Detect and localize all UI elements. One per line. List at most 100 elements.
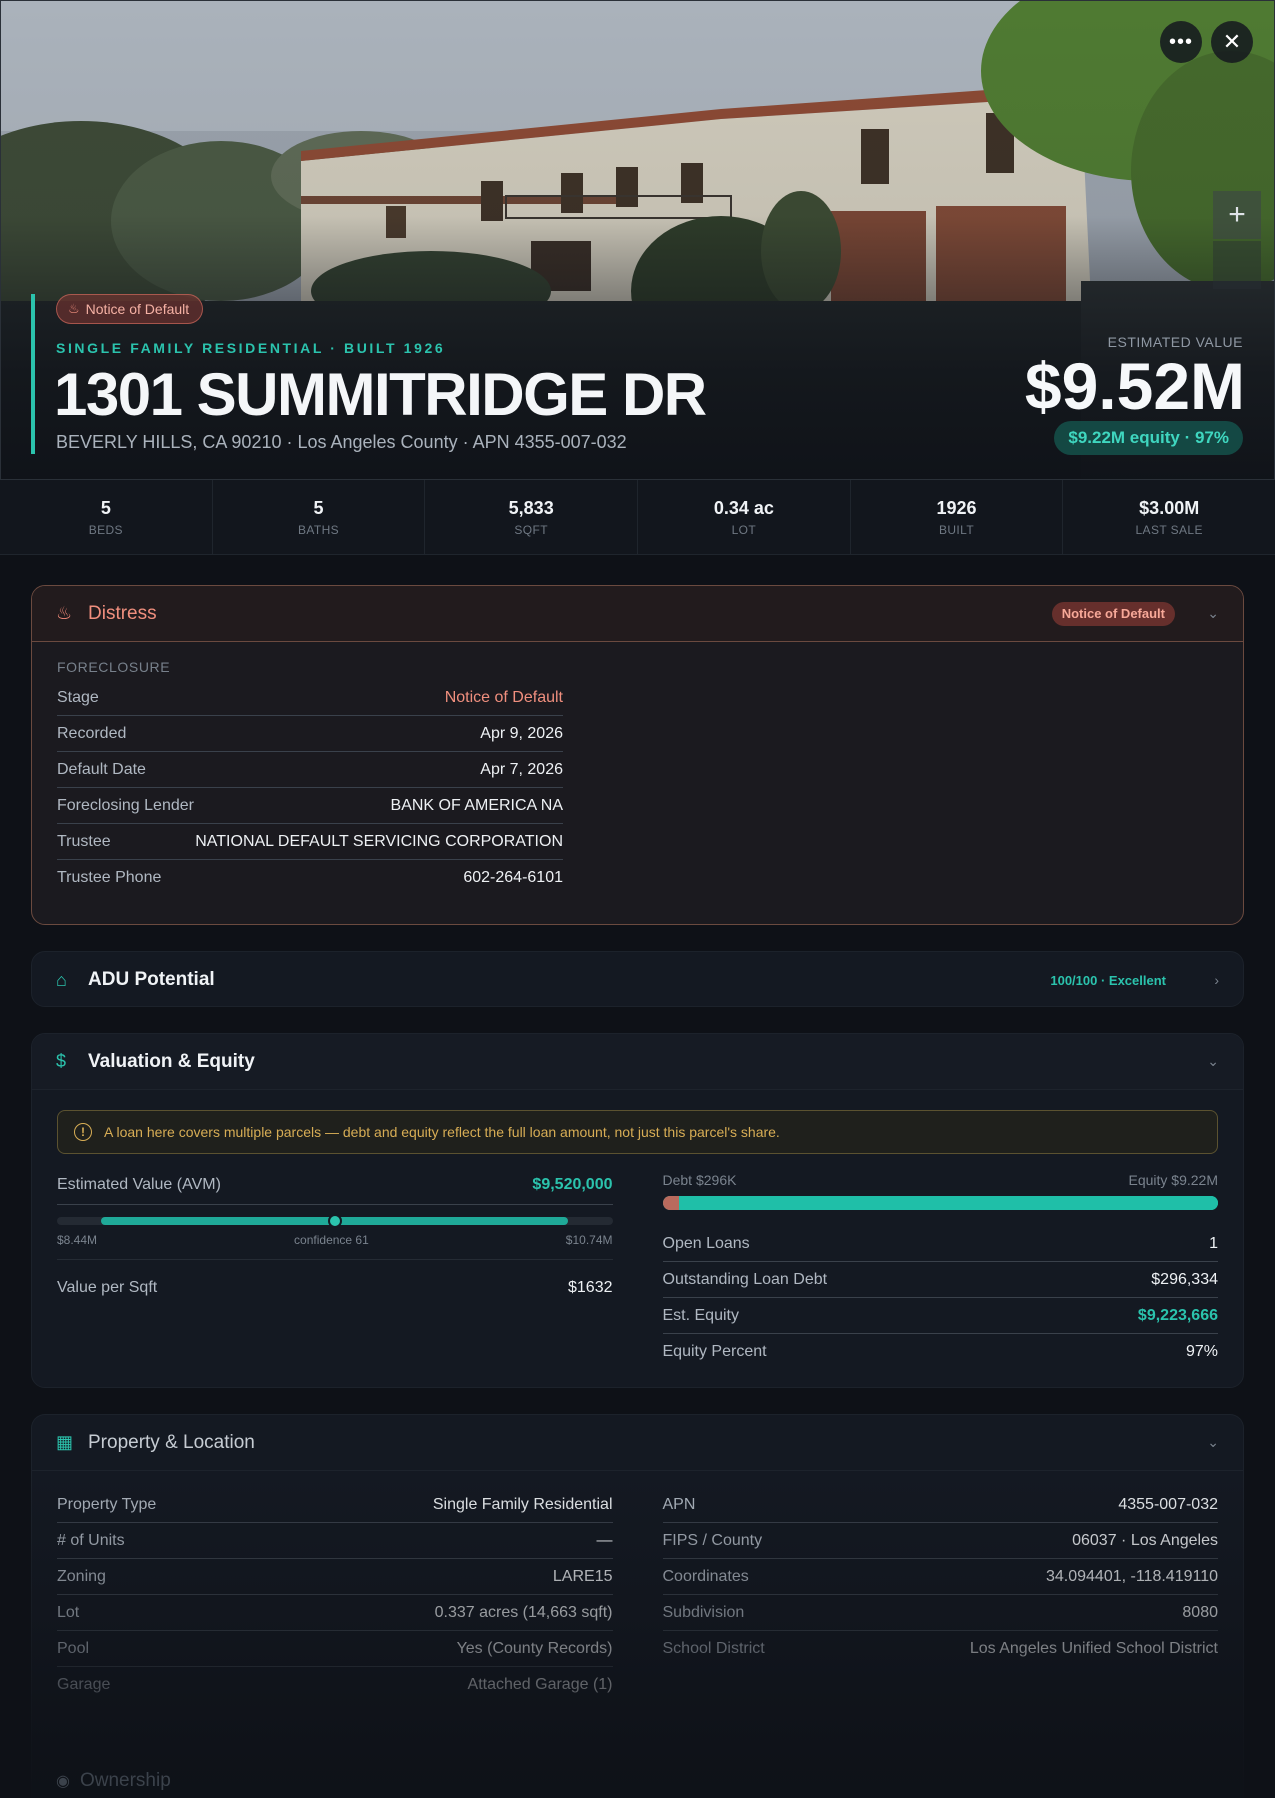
detail-label: APN (662, 1495, 696, 1513)
warning-icon: ! (74, 1123, 92, 1141)
more-options-button[interactable]: ••• (1160, 21, 1202, 63)
detail-value: $296,334 (1151, 1270, 1218, 1288)
detail-value: Apr 9, 2026 (480, 724, 563, 742)
debt-equity-column: Debt $296K Equity $9.22M Open Loans 1 Ou… (662, 1172, 1219, 1370)
confidence-label: confidence 61 (294, 1233, 369, 1247)
distress-header[interactable]: ♨ Distress Notice of Default ⌄ (32, 586, 1243, 642)
value-range-marker (327, 1214, 342, 1228)
address-line: BEVERLY HILLS, CA 90210 · Los Angeles Co… (56, 432, 627, 452)
property-type-subtitle: SINGLE FAMILY RESIDENTIAL · BUILT 1926 (56, 340, 446, 356)
estimated-value: $9.52M (1024, 349, 1245, 423)
adu-header[interactable]: ⌂ ADU Potential 100/100 · Excellent › (32, 952, 1243, 1006)
detail-row: Foreclosing Lender BANK OF AMERICA NA (57, 788, 563, 824)
detail-row: Trustee Phone 602-264-6101 (57, 860, 563, 896)
stat-built: 1926 BUILT (851, 480, 1064, 554)
detail-row: Garage Attached Garage (1) (57, 1667, 613, 1703)
detail-value: Attached Garage (1) (467, 1676, 613, 1693)
detail-label: # of Units (57, 1531, 125, 1549)
detail-label: Lot (57, 1603, 80, 1621)
stat-label: SQFT (514, 522, 548, 537)
stat-beds: 5 BEDS (0, 480, 213, 554)
stat-label: BATHS (297, 522, 340, 537)
stat-value: 5,833 (508, 497, 554, 518)
chevron-down-icon[interactable]: ⌄ (1207, 1434, 1219, 1451)
property-right-column: APN 4355-007-032 FIPS / County 06037 · L… (662, 1487, 1218, 1703)
stat-baths: 5 BATHS (213, 480, 426, 554)
stat-label: BEDS (88, 522, 123, 537)
chevron-down-icon[interactable]: ⌄ (1207, 605, 1219, 622)
chevron-right-icon[interactable]: › (1214, 972, 1219, 988)
adu-score: 100/100 · Excellent (1050, 972, 1166, 988)
equity-pill: $9.22M equity · 97% (1054, 421, 1243, 455)
page-title: 1301 SUMMITRIDGE DR (54, 361, 707, 428)
stat-value: 5 (313, 497, 324, 518)
user-icon: ◉ (56, 1773, 70, 1790)
avm-column: Estimated Value (AVM) $9,520,000 $8.44M … (57, 1172, 613, 1370)
detail-label: Est. Equity (662, 1306, 739, 1324)
distress-title: Distress (88, 602, 157, 624)
stat-last-sale: $3.00M LAST SALE (1063, 480, 1275, 554)
stats-bar: 5 BEDS 5 BATHS 5,833 SQFT 0.34 ac LOT 19… (0, 480, 1275, 555)
foreclosure-section-label: FORECLOSURE (57, 659, 171, 675)
detail-row: Recorded Apr 9, 2026 (57, 716, 563, 752)
valuation-header[interactable]: $ Valuation & Equity ⌄ (32, 1034, 1243, 1090)
detail-value: 0.337 acres (14,663 sqft) (434, 1603, 613, 1621)
detail-value: 34.094401, -118.419110 (1045, 1567, 1218, 1585)
adu-card[interactable]: ⌂ ADU Potential 100/100 · Excellent › (31, 951, 1244, 1007)
building-icon: ▦ (56, 1432, 74, 1452)
ownership-header[interactable]: ◉ Ownership (56, 1770, 171, 1792)
status-badge-label: Notice of Default (85, 301, 190, 317)
detail-label: Garage (57, 1676, 111, 1693)
detail-value: Notice of Default (444, 688, 563, 706)
detail-row: # of Units — (57, 1523, 613, 1559)
stat-label: LOT (731, 522, 757, 537)
chevron-down-icon[interactable]: ⌄ (1207, 1053, 1219, 1070)
detail-label: Foreclosing Lender (57, 796, 194, 814)
detail-value: Yes (County Records) (456, 1639, 613, 1657)
property-header[interactable]: ▦ Property & Location ⌄ (32, 1415, 1243, 1471)
zoom-out-button[interactable] (1213, 241, 1261, 289)
distress-badge: Notice of Default (1051, 601, 1175, 626)
detail-label: FIPS / County (662, 1531, 763, 1549)
value-per-sqft-row: Value per Sqft $1632 (57, 1260, 613, 1316)
detail-row: Pool Yes (County Records) (57, 1631, 613, 1667)
distress-card: ♨ Distress Notice of Default ⌄ FORECLOSU… (31, 585, 1244, 925)
flame-icon: ♨ (56, 603, 73, 623)
zoom-in-button[interactable]: + (1213, 191, 1261, 239)
range-low: $8.44M (57, 1233, 98, 1247)
detail-row: Coordinates 34.094401, -118.419110 (662, 1559, 1218, 1595)
more-horizontal-icon: ••• (1168, 30, 1193, 53)
plus-icon: + (1228, 198, 1246, 231)
stat-value: 1926 (936, 497, 977, 518)
detail-label: Trustee Phone (57, 869, 162, 886)
detail-value: $9,223,666 (1137, 1306, 1218, 1324)
home-icon: ⌂ (56, 969, 67, 990)
detail-label: Outstanding Loan Debt (662, 1270, 828, 1288)
foreclosure-details: FORECLOSURE Stage Notice of Default Reco… (32, 642, 588, 896)
property-location-card: ▦ Property & Location ⌄ Property Type Si… (31, 1414, 1244, 1798)
detail-value: 4355-007-032 (1118, 1495, 1218, 1513)
vps-label: Value per Sqft (57, 1279, 158, 1296)
detail-row: Equity Percent 97% (663, 1334, 1219, 1370)
detail-label: Zoning (57, 1567, 106, 1585)
stat-label: LAST SALE (1135, 522, 1203, 537)
detail-row: Est. Equity $9,223,666 (662, 1298, 1218, 1334)
ownership-title: Ownership (79, 1770, 171, 1791)
detail-row: APN 4355-007-032 (662, 1487, 1218, 1523)
detail-label: Property Type (57, 1495, 157, 1513)
detail-value: 1 (1209, 1234, 1218, 1252)
detail-label: Trustee (57, 832, 111, 850)
detail-value: 06037 · Los Angeles (1072, 1531, 1218, 1549)
property-title: Property & Location (88, 1431, 255, 1453)
detail-label: School District (662, 1640, 765, 1657)
detail-label: Equity Percent (662, 1343, 767, 1360)
warning-text: A loan here covers multiple parcels — de… (104, 1124, 780, 1140)
detail-label: Pool (57, 1639, 90, 1657)
close-button[interactable]: ✕ (1211, 21, 1253, 63)
property-left-column: Property Type Single Family Residential … (57, 1487, 613, 1703)
vps-value: $1632 (568, 1279, 613, 1296)
equity-label: Equity $9.22M (1128, 1172, 1219, 1188)
stat-label: BUILT (938, 522, 975, 537)
detail-row: Outstanding Loan Debt $296,334 (662, 1262, 1218, 1298)
debt-equity-bar (662, 1196, 1218, 1210)
